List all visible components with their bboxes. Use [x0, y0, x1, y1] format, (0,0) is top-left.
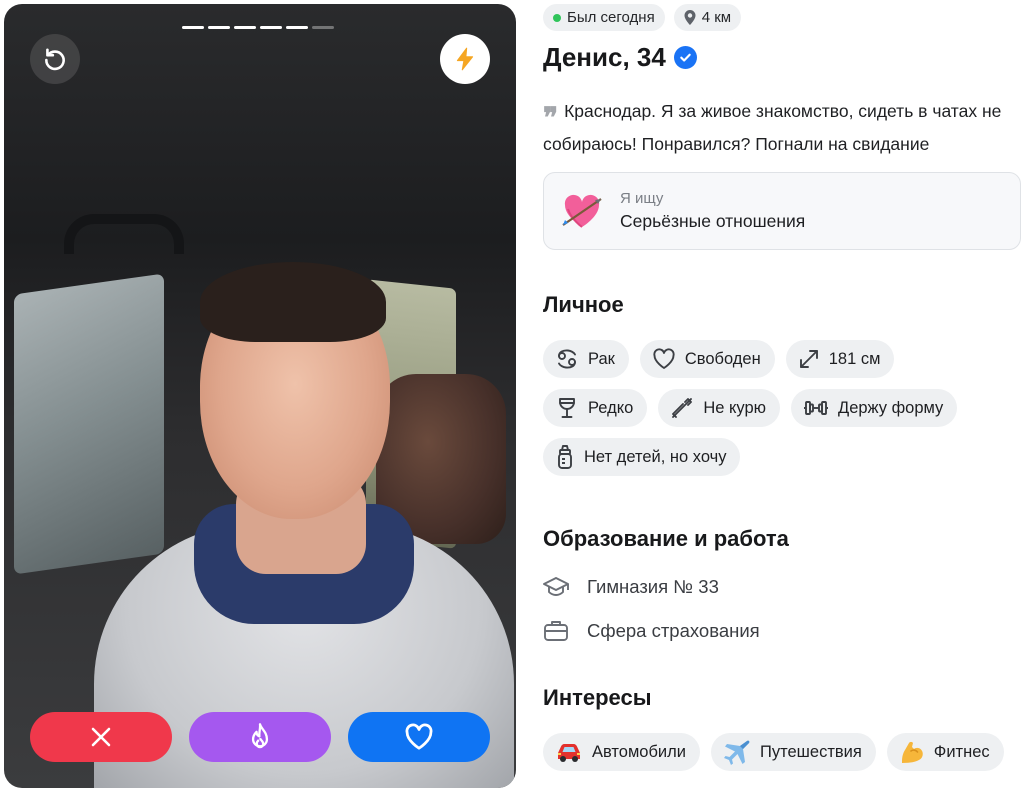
dislike-button[interactable] [30, 712, 172, 762]
no-smoking-icon [672, 398, 693, 418]
superlike-button[interactable] [189, 712, 331, 762]
chip-label: Рак [588, 349, 615, 368]
chip-height: 181 см [785, 340, 895, 378]
chip-fitness: Держу форму [791, 389, 958, 427]
profile-photo[interactable] [4, 4, 516, 788]
school-label: Гимназия № 33 [587, 576, 719, 597]
profile-name: Денис, 34 [543, 42, 666, 72]
chip-relationship: Свободен [639, 340, 775, 378]
looking-for-label: Я ищу [620, 190, 664, 207]
location-pin-icon [684, 10, 696, 25]
education-work: Сфера страхования [543, 619, 760, 643]
chip-zodiac: Рак [543, 340, 629, 378]
profile-header: Денис, 34 [543, 42, 697, 73]
undo-button[interactable] [30, 34, 80, 84]
chip-alcohol: Редко [543, 389, 648, 427]
heart-outline-icon [653, 348, 675, 369]
graduation-cap-icon [543, 577, 569, 596]
chip-interest-fitness: Фитнес [886, 733, 1004, 771]
photo-progress-indicator [182, 26, 334, 29]
close-icon [91, 727, 111, 747]
quote-icon: ❞ [543, 101, 558, 134]
chip-interest-cars: Автомобили [543, 733, 700, 771]
chip-interest-travel: Путешествия [711, 733, 876, 771]
personal-chips-row: Редко Не курю Держу форму [543, 389, 958, 427]
chip-label: Автомобили [592, 742, 686, 761]
chip-children: Нет детей, но хочу [543, 438, 741, 476]
dumbbell-icon [804, 401, 829, 415]
cancer-zodiac-icon [558, 349, 576, 369]
looking-for-value: Серьёзные отношения [620, 211, 806, 231]
profile-meta: Был сегодня 4 км [543, 4, 742, 31]
wine-glass-icon [559, 398, 575, 418]
looking-for-card: Я ищу Серьёзные отношения [543, 172, 1021, 250]
photo-background [14, 273, 164, 575]
photo-progress-segment[interactable] [312, 26, 334, 29]
photo-progress-segment[interactable] [182, 26, 204, 29]
photo-progress-segment[interactable] [260, 26, 282, 29]
airplane-icon [724, 740, 750, 765]
verified-badge-icon[interactable] [673, 46, 697, 69]
heart-arrow-icon [560, 189, 604, 233]
distance-badge: 4 км [673, 4, 742, 31]
online-dot-icon [553, 13, 561, 22]
heart-icon [405, 723, 433, 750]
chip-label: Держу форму [838, 398, 944, 417]
like-button[interactable] [348, 712, 490, 762]
work-label: Сфера страхования [587, 620, 760, 641]
interests-chips-row: Автомобили Путешествия Фитнес [543, 733, 1004, 771]
bio-text: Краснодар. Я за живое знакомство, сидеть… [543, 101, 1002, 154]
interests-section-title: Интересы [543, 685, 652, 710]
chip-label: Фитнес [933, 742, 990, 761]
photo-progress-segment[interactable] [208, 26, 230, 29]
online-status-badge: Был сегодня [543, 4, 665, 31]
photo-background [64, 214, 184, 254]
chip-label: Нет детей, но хочу [584, 447, 727, 466]
boost-button[interactable] [440, 34, 490, 84]
briefcase-icon [544, 621, 568, 641]
distance-label: 4 км [701, 9, 732, 26]
photo-person [200, 262, 386, 342]
swipe-actions [30, 712, 490, 762]
chip-label: Путешествия [760, 742, 862, 761]
undo-icon [45, 48, 65, 71]
chip-label: Свободен [684, 349, 761, 368]
car-icon [558, 744, 580, 762]
flame-icon [251, 723, 269, 749]
education-section-title: Образование и работа [543, 526, 789, 551]
chip-label: Не курю [703, 398, 767, 417]
biceps-icon [901, 741, 923, 763]
chip-label: Редко [588, 398, 634, 417]
height-arrows-icon [799, 350, 818, 368]
personal-chips-row: Рак Свободен 181 см [543, 340, 895, 378]
photo-progress-segment[interactable] [286, 26, 308, 29]
baby-bottle-icon [558, 445, 572, 469]
chip-smoking: Не курю [658, 389, 781, 427]
chip-label: 181 см [828, 349, 881, 368]
photo-progress-segment[interactable] [234, 26, 256, 29]
personal-section-title: Личное [543, 292, 624, 317]
profile-bio: ❞ Краснодар. Я за живое знакомство, сидет… [543, 98, 1013, 158]
education-school: Гимназия № 33 [543, 575, 719, 599]
personal-chips-row: Нет детей, но хочу [543, 438, 741, 476]
lightning-icon [456, 47, 474, 71]
online-status-label: Был сегодня [567, 9, 655, 26]
